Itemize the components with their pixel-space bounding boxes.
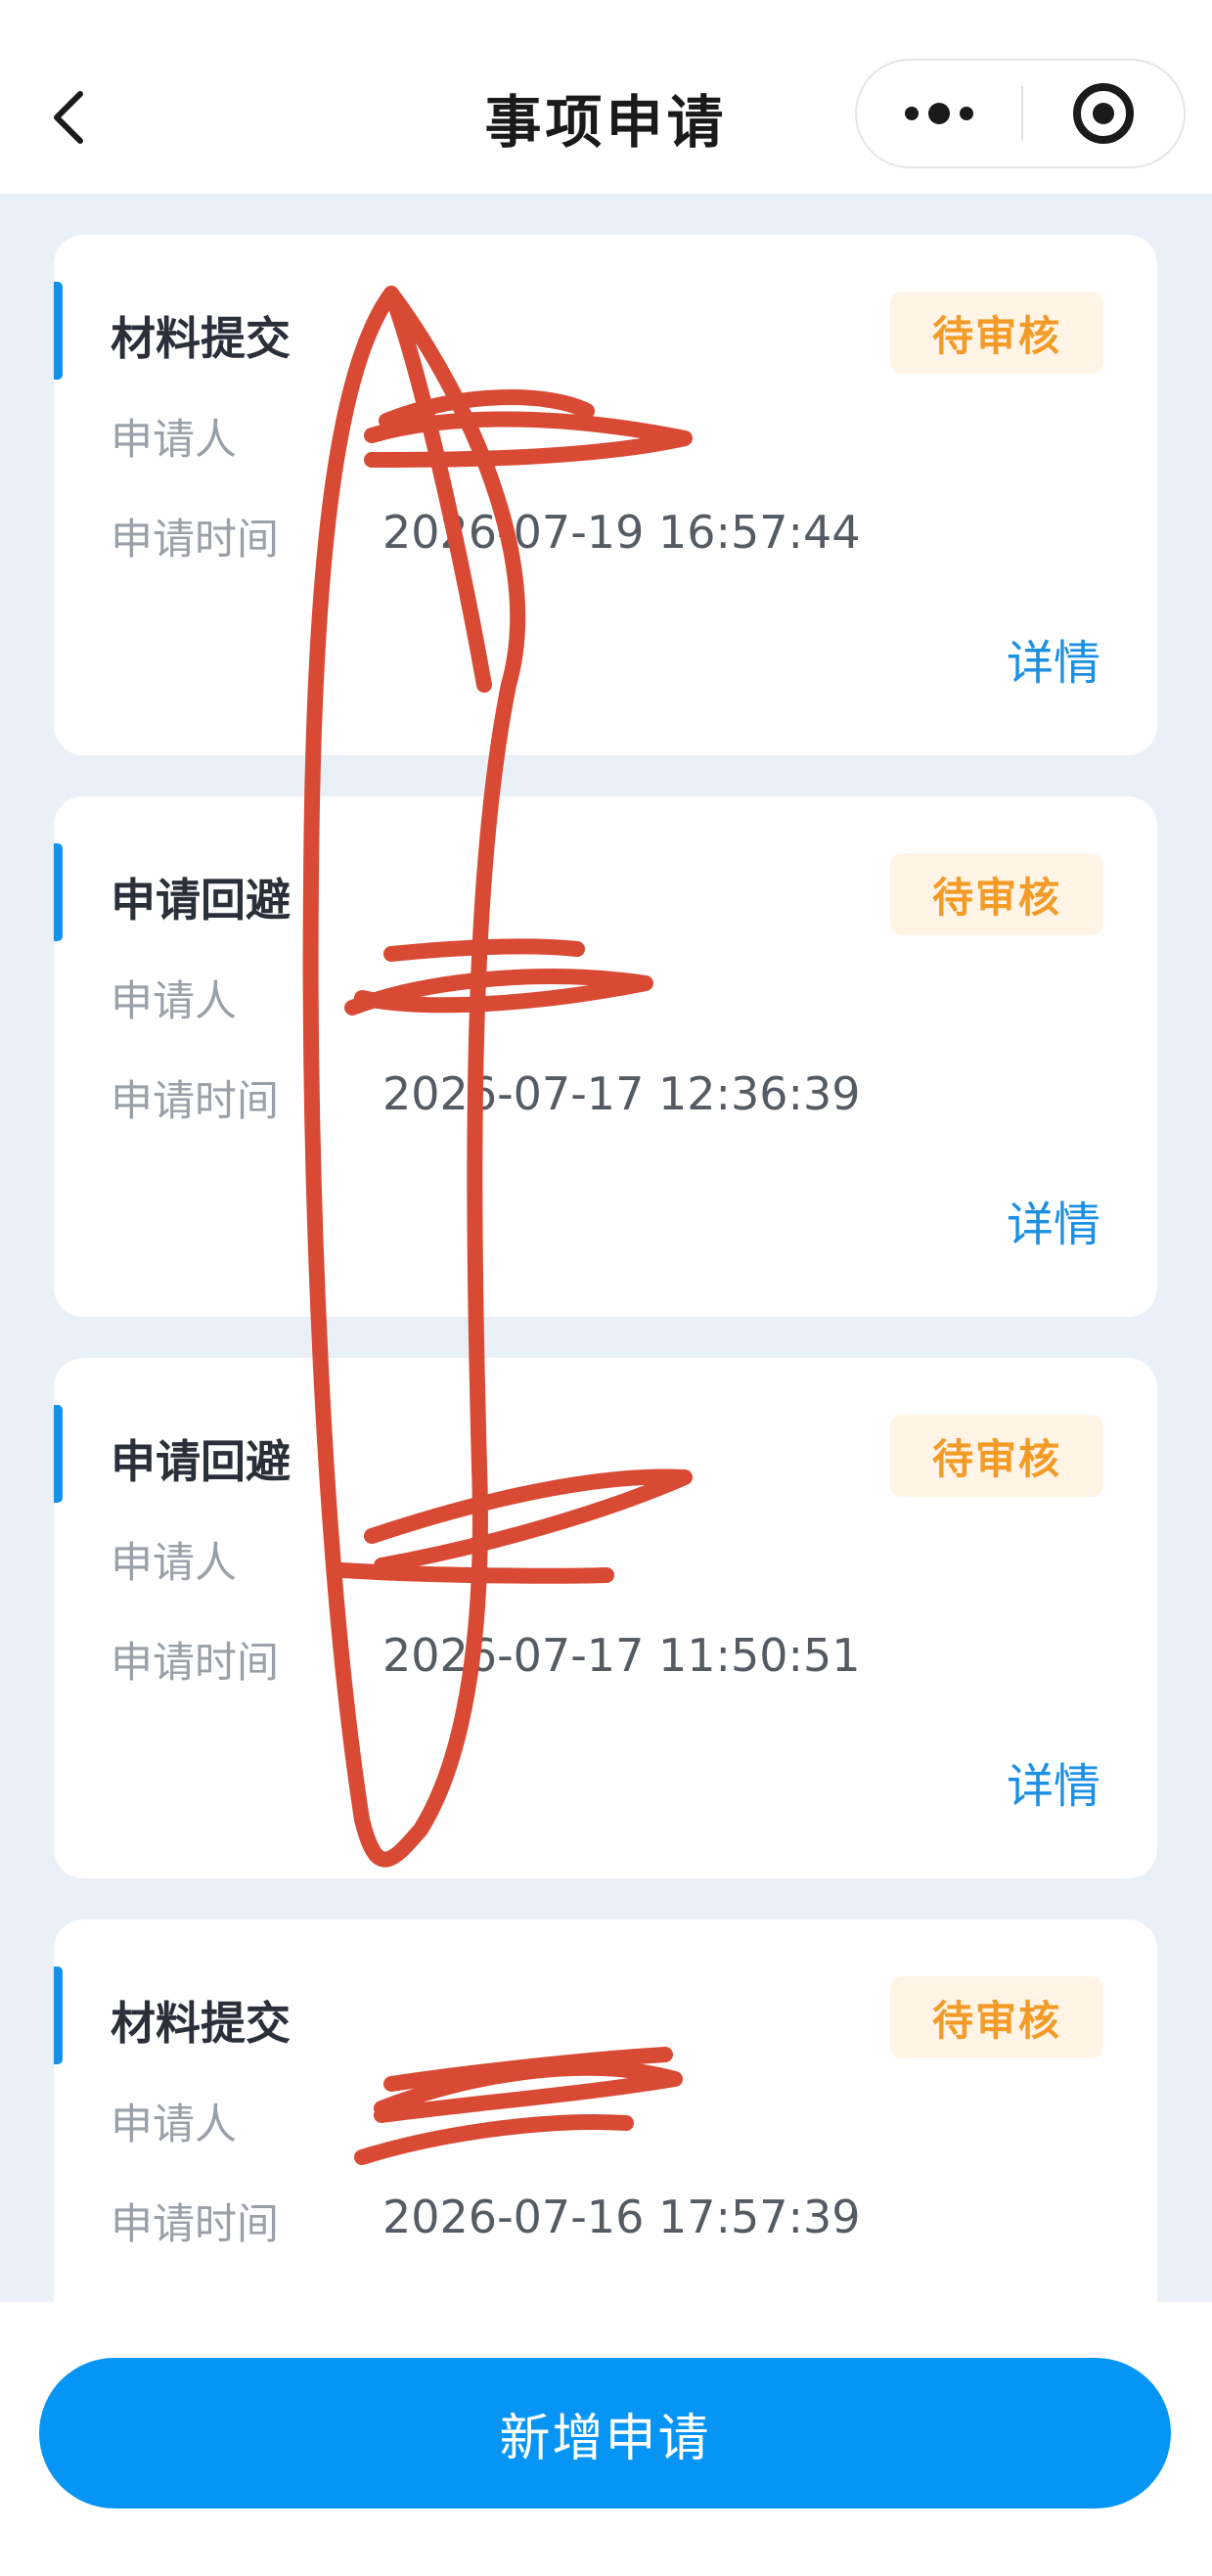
detail-link[interactable]: 详情 (1007, 1186, 1100, 1254)
apply-time-value: 2026-07-17 11:50:51 (382, 1629, 861, 1682)
request-card: 申请回避 待审核 申请人 申请时间 2026-07-17 12:36:39 详情 (54, 796, 1157, 1317)
card-title: 申请回避 (111, 874, 291, 926)
apply-time-label: 申请时间 (111, 1639, 279, 1688)
request-card: 申请回避 待审核 申请人 申请时间 2026-07-17 11:50:51 详情 (54, 1358, 1157, 1878)
apply-time-value: 2026-07-16 17:57:39 (382, 2191, 861, 2243)
apply-time-label: 申请时间 (111, 2200, 279, 2249)
card-title: 材料提交 (111, 1997, 291, 2050)
card-accent-bar (54, 282, 63, 380)
mini-program-capsule (855, 59, 1186, 168)
detail-link[interactable]: 详情 (1007, 1747, 1100, 1816)
apply-time-value: 2026-07-19 16:57:44 (382, 506, 861, 559)
card-accent-bar (54, 1966, 63, 2064)
status-badge: 待审核 (890, 1415, 1103, 1497)
applicant-label: 申请人 (111, 977, 237, 1026)
detail-link[interactable]: 详情 (1007, 624, 1100, 693)
status-badge: 待审核 (890, 853, 1103, 935)
more-button[interactable] (857, 61, 1021, 166)
add-request-button[interactable]: 新增申请 (39, 2358, 1171, 2508)
apply-time-value: 2026-07-17 12:36:39 (382, 1067, 861, 1120)
target-close-icon (1073, 83, 1134, 144)
page: 事项申请 材料提交 待审核 申请人 申请时间 2026-07-19 16:57:… (0, 0, 1212, 2576)
card-accent-bar (54, 843, 63, 941)
card-title: 材料提交 (111, 312, 291, 365)
apply-time-label: 申请时间 (111, 1077, 279, 1126)
applicant-label: 申请人 (111, 1539, 237, 1588)
status-badge: 待审核 (890, 1976, 1103, 2058)
applicant-label: 申请人 (111, 416, 237, 465)
more-dots-icon (905, 103, 973, 124)
navbar: 事项申请 (0, 0, 1212, 194)
request-card: 材料提交 待审核 申请人 申请时间 2026-07-16 17:57:39 详情 (54, 1920, 1157, 2302)
request-card: 材料提交 待审核 申请人 申请时间 2026-07-19 16:57:44 详情 (54, 235, 1157, 755)
close-button[interactable] (1023, 61, 1184, 166)
status-badge: 待审核 (890, 292, 1103, 374)
bottom-action-bar: 新增申请 (0, 2302, 1212, 2576)
card-accent-bar (54, 1405, 63, 1503)
apply-time-label: 申请时间 (111, 516, 279, 565)
applicant-label: 申请人 (111, 2101, 237, 2149)
request-list[interactable]: 材料提交 待审核 申请人 申请时间 2026-07-19 16:57:44 详情… (0, 194, 1212, 2302)
card-title: 申请回避 (111, 1435, 291, 1488)
